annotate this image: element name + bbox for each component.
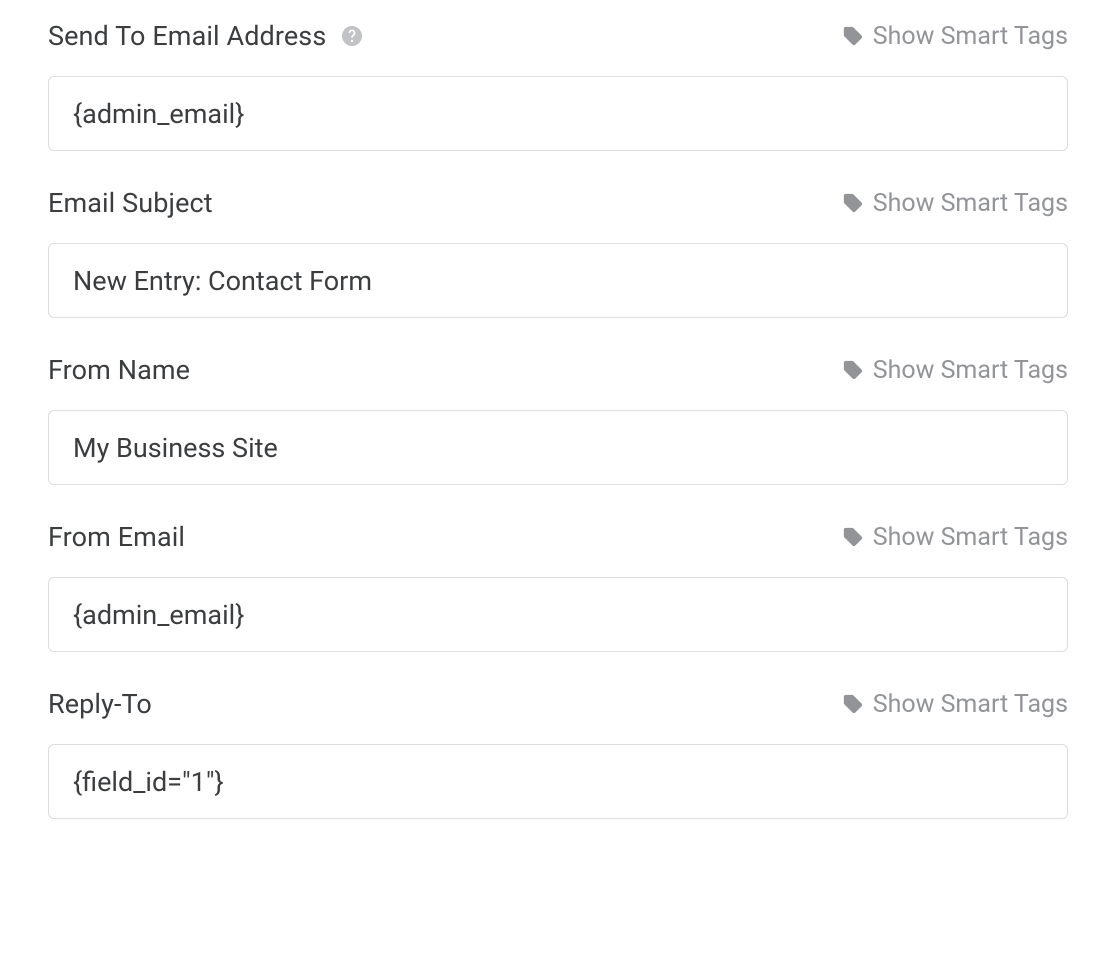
from-name-input[interactable]: [48, 410, 1068, 485]
send-to-input[interactable]: [48, 76, 1068, 151]
help-icon[interactable]: [340, 24, 364, 48]
tag-icon: [842, 25, 864, 47]
field-group-send-to: Send To Email Address Show Smart Tags: [48, 20, 1068, 151]
tag-icon: [842, 192, 864, 214]
smart-tags-label: Show Smart Tags: [873, 690, 1068, 719]
from-name-label: From Name: [48, 354, 190, 386]
reply-to-input[interactable]: [48, 744, 1068, 819]
field-label-wrap: Email Subject: [48, 187, 213, 219]
field-group-from-name: From Name Show Smart Tags: [48, 354, 1068, 485]
smart-tags-label: Show Smart Tags: [873, 22, 1068, 51]
tag-icon: [842, 693, 864, 715]
field-group-reply-to: Reply-To Show Smart Tags: [48, 688, 1068, 819]
field-label-wrap: Reply-To: [48, 688, 152, 720]
field-group-email-subject: Email Subject Show Smart Tags: [48, 187, 1068, 318]
field-header: Reply-To Show Smart Tags: [48, 688, 1068, 720]
field-label-wrap: From Name: [48, 354, 190, 386]
field-header: Send To Email Address Show Smart Tags: [48, 20, 1068, 52]
field-header: From Email Show Smart Tags: [48, 521, 1068, 553]
reply-to-label: Reply-To: [48, 688, 152, 720]
send-to-label: Send To Email Address: [48, 20, 326, 52]
smart-tags-label: Show Smart Tags: [873, 189, 1068, 218]
from-email-label: From Email: [48, 521, 185, 553]
from-email-input[interactable]: [48, 577, 1068, 652]
smart-tags-label: Show Smart Tags: [873, 523, 1068, 552]
field-header: From Name Show Smart Tags: [48, 354, 1068, 386]
tag-icon: [842, 359, 864, 381]
show-smart-tags-link[interactable]: Show Smart Tags: [842, 189, 1068, 218]
field-label-wrap: From Email: [48, 521, 185, 553]
tag-icon: [842, 526, 864, 548]
field-header: Email Subject Show Smart Tags: [48, 187, 1068, 219]
show-smart-tags-link[interactable]: Show Smart Tags: [842, 356, 1068, 385]
smart-tags-label: Show Smart Tags: [873, 356, 1068, 385]
show-smart-tags-link[interactable]: Show Smart Tags: [842, 523, 1068, 552]
email-subject-label: Email Subject: [48, 187, 213, 219]
show-smart-tags-link[interactable]: Show Smart Tags: [842, 690, 1068, 719]
field-group-from-email: From Email Show Smart Tags: [48, 521, 1068, 652]
email-subject-input[interactable]: [48, 243, 1068, 318]
field-label-wrap: Send To Email Address: [48, 20, 364, 52]
show-smart-tags-link[interactable]: Show Smart Tags: [842, 22, 1068, 51]
